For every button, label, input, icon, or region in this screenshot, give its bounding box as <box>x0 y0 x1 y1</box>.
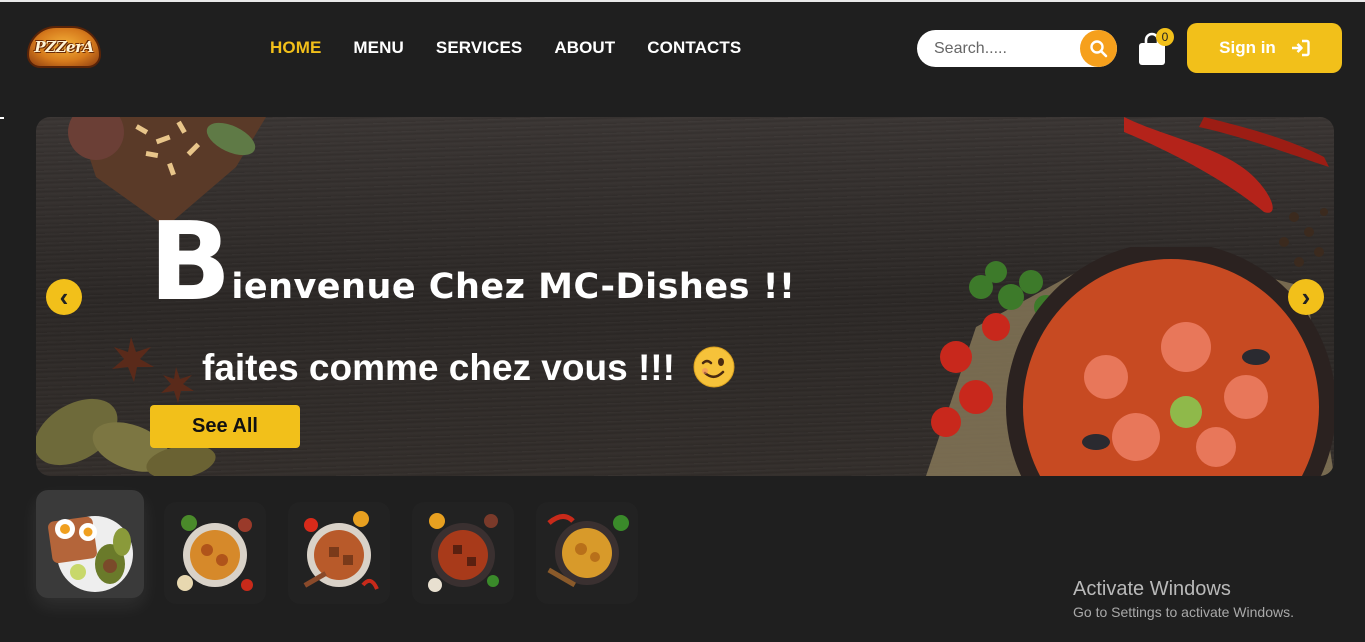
nav-home[interactable]: HOME <box>270 38 321 58</box>
main-nav: HOME MENU SERVICES ABOUT CONTACTS <box>270 38 773 58</box>
thumbnail-curry-bowl-1[interactable] <box>164 502 266 604</box>
nav-about[interactable]: ABOUT <box>554 38 615 58</box>
hero-title-text: ienvenue Chez MC-Dishes !! <box>231 267 796 307</box>
watermark-subtitle: Go to Settings to activate Windows. <box>1073 604 1294 620</box>
seafood-pan-image <box>926 247 1334 476</box>
hero-subtitle: faites comme chez vous !!! <box>202 347 675 388</box>
search-button[interactable] <box>1080 30 1117 67</box>
thumbnail-curry-bowl-2[interactable] <box>288 502 390 604</box>
winking-face-icon <box>693 346 735 388</box>
egg-toast-plate-image <box>48 516 133 592</box>
sign-in-label: Sign in <box>1219 38 1276 57</box>
curry-bowl-image-1 <box>177 515 253 591</box>
hero-subtitle-wrap: faites comme chez vous !!! <box>202 346 735 389</box>
search-icon <box>1089 39 1107 57</box>
thumbnail-curry-bowl-4[interactable] <box>536 502 638 604</box>
nav-menu[interactable]: MENU <box>353 38 403 58</box>
windows-activation-watermark: Activate Windows Go to Settings to activ… <box>1073 578 1294 620</box>
pizzeria-logo[interactable]: PZZerA <box>27 26 101 68</box>
logo-text: PZZerA <box>34 38 94 56</box>
sign-in-button[interactable]: Sign in <box>1187 23 1342 73</box>
search-input[interactable] <box>934 39 1084 58</box>
watermark-title: Activate Windows <box>1073 578 1231 600</box>
nav-contacts[interactable]: CONTACTS <box>647 38 741 58</box>
curry-bowl-image-4 <box>547 514 629 588</box>
search-box <box>917 30 1117 67</box>
curry-bowl-image-3 <box>428 513 499 592</box>
sign-in-icon <box>1291 39 1310 57</box>
site-header: PZZerA HOME MENU SERVICES ABOUT CONTACTS… <box>0 2 1365 92</box>
see-all-button[interactable]: See All <box>150 405 300 448</box>
carousel-next-button[interactable]: › <box>1288 279 1324 315</box>
hero-title: B ienvenue Chez MC-Dishes !! <box>149 200 796 325</box>
carousel-prev-button[interactable]: ‹ <box>46 279 82 315</box>
thumbnail-egg-toast-plate[interactable] <box>36 490 144 598</box>
nav-services[interactable]: SERVICES <box>436 38 522 58</box>
hero-carousel: B ienvenue Chez MC-Dishes !! faites comm… <box>36 117 1334 476</box>
cart-button[interactable]: 0 <box>1137 28 1174 66</box>
hero-title-initial: B <box>149 200 232 325</box>
edge-marker <box>0 117 4 119</box>
curry-bowl-image-2 <box>303 511 379 590</box>
thumbnail-curry-bowl-3[interactable] <box>412 502 514 604</box>
cart-count-badge: 0 <box>1156 28 1174 46</box>
